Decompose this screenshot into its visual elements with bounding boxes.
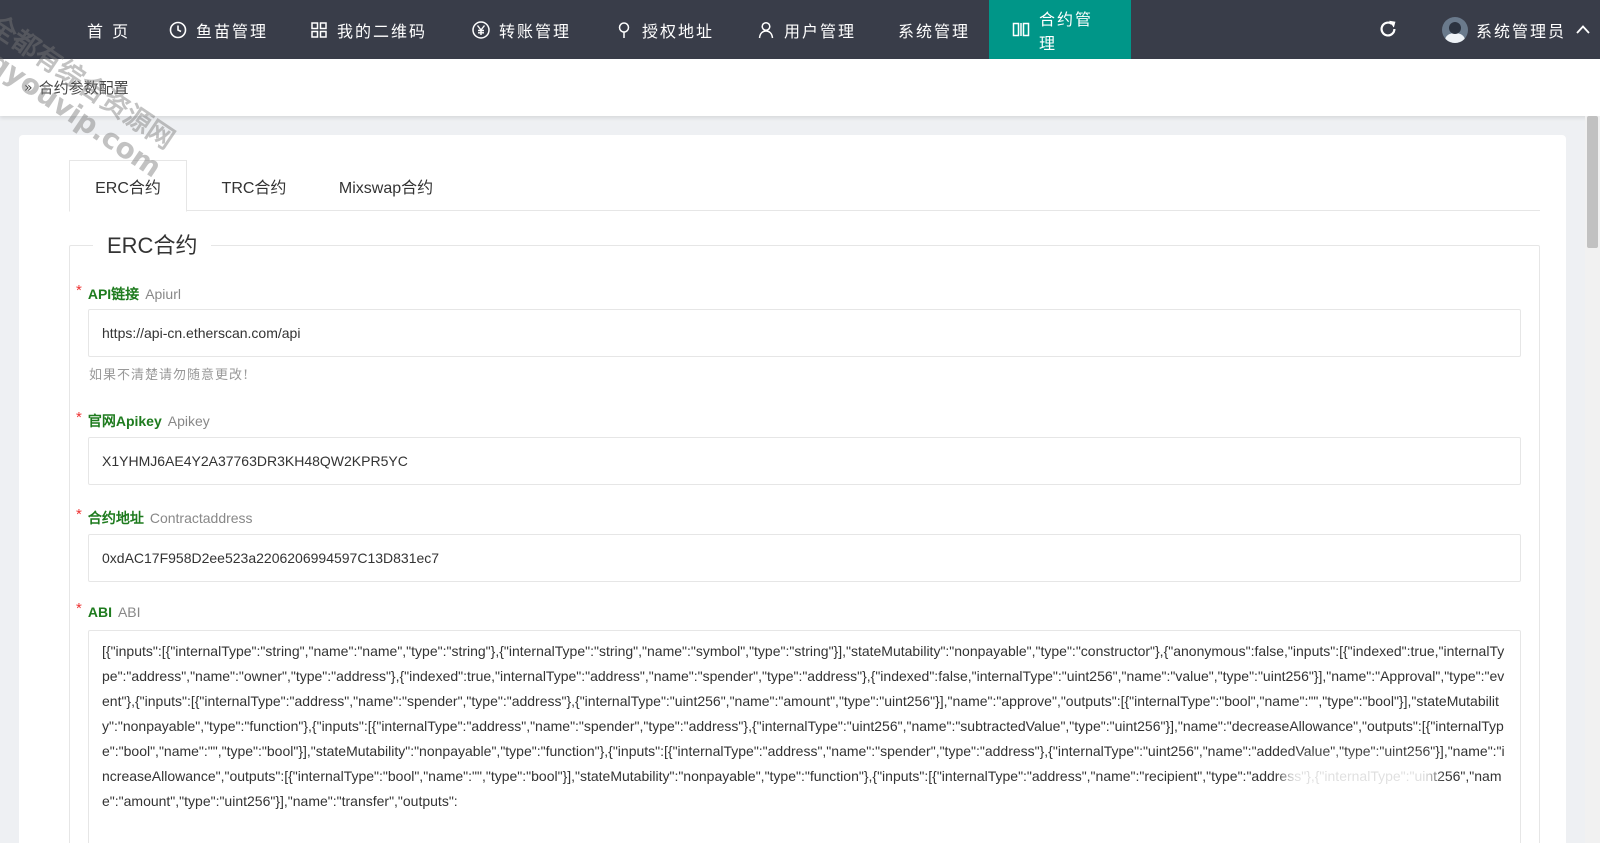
chevron-up-icon [1574, 21, 1592, 39]
apikey-input[interactable]: X1YHMJ6AE4Y2A37763DR3KH48QW2KPR5YC [88, 437, 1521, 485]
double-chevron-icon: » [24, 79, 33, 96]
nav-item-transfer[interactable]: 转账管理 [471, 0, 571, 59]
nav-item-label: 用户管理 [784, 21, 857, 41]
abi-label: * ABI ABI [76, 600, 141, 621]
apikey-value: X1YHMJ6AE4Y2A37763DR3KH48QW2KPR5YC [102, 453, 408, 469]
apiurl-label: * API链接 Apiurl [76, 282, 181, 304]
apiurl-hint: 如果不清楚请勿随意更改! [89, 368, 250, 383]
top-nav-bar: 首 页 鱼苗管理 我的二维码 转账管理 授权地址 用户管理 系统管理 合约管理 … [0, 0, 1600, 59]
fieldset-legend: ERC合约 [93, 228, 212, 260]
columns-icon [1011, 20, 1031, 40]
user-menu[interactable]: 系统管理员 [1442, 0, 1592, 59]
contract-address-input[interactable]: 0xdAC17F958D2ee523a2206206994597C13D831e… [88, 534, 1521, 582]
tab-label: Mixswap合约 [338, 179, 434, 197]
smudge-overlay [1285, 760, 1435, 810]
apikey-label-sub: Apikey [167, 413, 210, 429]
contract-tabs: ERC合约 TRC合约 Mixswap合约 [69, 160, 1540, 212]
tab-label: ERC合约 [95, 180, 161, 197]
nav-item-contracts[interactable]: 合约管理 [989, 0, 1131, 59]
user-icon [756, 20, 776, 40]
apiurl-value: https://api-cn.etherscan.com/api [102, 325, 301, 341]
nav-item-auth-address[interactable]: 授权地址 [614, 0, 714, 59]
apiurl-input[interactable]: https://api-cn.etherscan.com/api [88, 309, 1521, 357]
tab-mixswap[interactable]: Mixswap合约 [319, 160, 453, 211]
contract-label-sub: Contractaddress [149, 510, 253, 526]
required-mark: * [76, 409, 82, 426]
nav-item-label: 转账管理 [499, 21, 572, 41]
nav-item-qrcode[interactable]: 我的二维码 [309, 0, 427, 59]
avatar [1442, 16, 1468, 43]
tab-trc[interactable]: TRC合约 [199, 160, 309, 211]
nav-item-label: 我的二维码 [337, 21, 428, 41]
apiurl-label-main: API链接 [87, 286, 140, 302]
refresh-icon[interactable] [1373, 14, 1403, 44]
contract-label-main: 合约地址 [87, 510, 144, 526]
abi-textarea[interactable]: [{"inputs":[{"internalType":"string","na… [88, 630, 1521, 843]
scrollbar-thumb[interactable] [1587, 116, 1598, 248]
tab-label: TRC合约 [221, 179, 287, 197]
required-mark: * [76, 282, 82, 299]
contract-label: * 合约地址 Contractaddress [76, 506, 253, 528]
nav-item-label: 鱼苗管理 [196, 21, 269, 41]
breadcrumb-current: 合约参数配置 [38, 79, 129, 97]
breadcrumb: » 合约参数配置 [0, 59, 1600, 116]
nav-item-home[interactable]: 首 页 [87, 0, 130, 59]
yen-icon [471, 20, 491, 40]
required-mark: * [76, 600, 82, 617]
nav-item-label: 合约管理 [1039, 9, 1094, 53]
pin-icon [614, 20, 634, 40]
grid-icon [309, 20, 329, 40]
abi-label-main: ABI [87, 604, 112, 620]
abi-label-sub: ABI [117, 604, 141, 620]
contract-address-value: 0xdAC17F958D2ee523a2206206994597C13D831e… [102, 550, 440, 566]
nav-item-users[interactable]: 用户管理 [756, 0, 856, 59]
apikey-label-main: 官网Apikey [87, 413, 162, 429]
nav-item-label: 首 页 [87, 21, 131, 41]
clock-icon [168, 20, 188, 40]
nav-item-label: 授权地址 [642, 21, 715, 41]
nav-item-system[interactable]: 系统管理 [898, 0, 970, 59]
tab-erc[interactable]: ERC合约 [69, 160, 187, 212]
apiurl-label-sub: Apiurl [145, 286, 181, 302]
required-mark: * [76, 506, 82, 523]
nav-item-label: 系统管理 [898, 21, 971, 41]
user-name: 系统管理员 [1476, 21, 1567, 41]
nav-item-fish[interactable]: 鱼苗管理 [168, 0, 268, 59]
apikey-label: * 官网Apikey Apikey [76, 409, 210, 431]
